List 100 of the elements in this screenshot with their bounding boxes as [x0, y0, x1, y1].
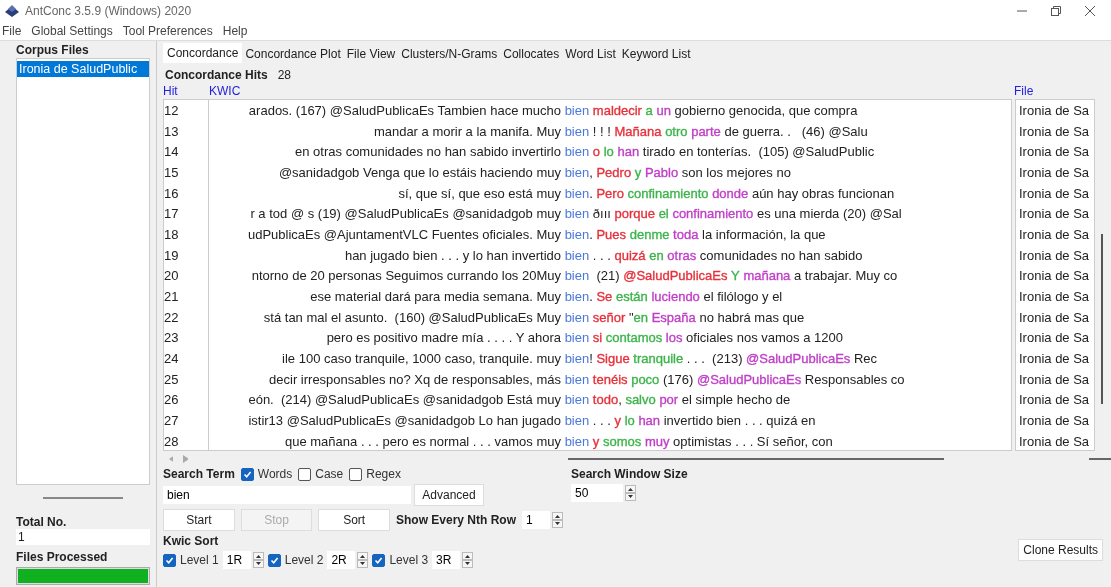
hit-number: 26: [164, 392, 179, 408]
file-name: Ironia de Sa: [1019, 392, 1090, 408]
node-word: bien: [564, 392, 590, 408]
spinner-arrows-icon[interactable]: [357, 552, 369, 568]
file-name: Ironia de Sa: [1019, 226, 1090, 242]
action-button[interactable]: Start: [163, 509, 235, 531]
column-header[interactable]: KWIC: [209, 84, 1014, 98]
corpus-file-item[interactable]: Ironia de SaludPublic: [17, 61, 149, 77]
nth-row-field[interactable]: 1: [522, 511, 550, 529]
collocate-word: otro: [665, 123, 688, 139]
right-context: (21): [595, 268, 620, 284]
collocate-word: @SaludPublicaEs: [696, 371, 802, 387]
clone-results-button[interactable]: Clone Results: [1018, 539, 1103, 561]
checkbox[interactable]: [240, 467, 254, 481]
file-name: Ironia de Sa: [1019, 268, 1090, 284]
collocate-word: otras: [667, 247, 697, 263]
hit-number: 12: [164, 102, 179, 118]
node-word: bien: [564, 330, 590, 346]
column-header[interactable]: File: [1014, 84, 1111, 98]
sort-level-field[interactable]: 2R: [327, 551, 356, 569]
collocate-word: poco: [631, 371, 660, 387]
hit-number: 25: [164, 371, 179, 387]
collocate-word: Pero: [596, 185, 624, 201]
scrollbar[interactable]: [1088, 458, 1111, 460]
right-context: a trabajar. Muy co: [794, 268, 898, 284]
search-window-label: Search Window Size: [571, 467, 689, 481]
hit-number: 17: [164, 206, 179, 222]
hit-number: 23: [164, 330, 179, 346]
collocate-word: y: [634, 164, 642, 180]
file-name: Ironia de Sa: [1019, 309, 1090, 325]
node-word: bien: [564, 371, 590, 387]
left-context: han jugado bien . . . y lo han invertido: [343, 247, 561, 263]
column-header[interactable]: Hit: [163, 84, 209, 98]
right-context: optimistas . . . Sí señor, con: [673, 433, 833, 449]
left-context: r a tod @ s (19) @SaludPublicaEs @sanidadgob muy: [249, 206, 561, 222]
menu-item[interactable]: Tool Preferences: [122, 24, 213, 38]
menu-item[interactable]: Help: [222, 24, 248, 38]
scrollbar[interactable]: [567, 458, 944, 460]
checkbox[interactable]: [163, 553, 176, 567]
collocate-word: o: [592, 144, 601, 160]
collocate-word: Sigue: [596, 351, 630, 367]
right-context: ðııı: [592, 206, 611, 222]
close-icon[interactable]: [1085, 6, 1095, 16]
tab[interactable]: Collocates: [500, 45, 563, 63]
checkbox[interactable]: [349, 467, 363, 481]
tab[interactable]: File View: [343, 45, 399, 63]
collocate-word: porque: [614, 206, 655, 222]
spinner-arrows-icon[interactable]: [625, 485, 636, 501]
hits-count: 28: [277, 68, 292, 82]
checkbox-label: Level 2: [284, 553, 324, 567]
collocate-word: confinamiento: [627, 185, 709, 201]
collocate-word: y: [614, 413, 621, 429]
spinner-arrows-icon[interactable]: [462, 552, 474, 568]
collocate-word: en: [633, 309, 649, 325]
sort-level-field[interactable]: 3R: [432, 551, 461, 569]
total-label: Total No.: [16, 515, 68, 529]
right-context: es una mierda (20) @Sal: [756, 206, 902, 222]
collocate-word: han: [617, 144, 640, 160]
checkbox[interactable]: [372, 553, 386, 567]
menu-item[interactable]: Global Settings: [31, 24, 113, 38]
node-word: bien: [564, 309, 590, 325]
file-name: Ironia de Sa: [1019, 185, 1090, 201]
left-context: istir13 @SaludPublicaEs @sanidadgob Lo han jugado: [247, 413, 561, 429]
right-context: el simple hecho de: [681, 392, 791, 408]
left-context: ntorno de 20 personas Seguimos currando los 20Muy: [250, 268, 561, 284]
left-context: decir irresponsables no? Xq de responsables, más: [268, 371, 561, 387]
checkbox[interactable]: [267, 553, 281, 567]
file-name: Ironia de Sa: [1019, 206, 1090, 222]
left-context: udPublicaEs @AjuntamentVLC Fuentes oficiales. Muy: [246, 226, 561, 242]
file-name: Ironia de Sa: [1019, 330, 1090, 346]
collocate-word: denme: [629, 226, 670, 242]
tab[interactable]: Clusters/N-Grams: [398, 45, 501, 63]
right-context: no habrá mas que: [699, 309, 805, 325]
restore-icon[interactable]: [1051, 6, 1061, 16]
advanced-button[interactable]: Advanced: [414, 484, 484, 506]
right-context: ,: [618, 392, 622, 408]
hit-number: 16: [164, 185, 179, 201]
tab[interactable]: Keyword List: [618, 45, 694, 63]
collocate-word: confinamiento: [672, 206, 754, 222]
left-context: eón. (214) @SaludPublicaEs @sanidadgob Está muy: [247, 392, 561, 408]
tab[interactable]: Word List: [562, 45, 619, 63]
file-name: Ironia de Sa: [1019, 247, 1090, 263]
files-processed-label: Files Processed: [16, 550, 109, 564]
hit-number: 28: [164, 433, 179, 449]
checkbox[interactable]: [298, 467, 312, 481]
file-name: Ironia de Sa: [1019, 144, 1090, 160]
sort-level-field[interactable]: 1R: [222, 551, 251, 569]
hit-number: 14: [164, 144, 179, 160]
right-context: .: [589, 289, 593, 305]
spinner-arrows-icon[interactable]: [552, 512, 563, 528]
app-icon: [4, 4, 20, 18]
menu-item[interactable]: File: [2, 24, 22, 38]
action-button[interactable]: Sort: [318, 509, 390, 531]
file-name: Ironia de Sa: [1019, 371, 1090, 387]
search-field[interactable]: bien: [163, 486, 411, 504]
tab[interactable]: Concordance Plot: [242, 45, 344, 63]
right-context: .: [589, 185, 593, 201]
tab[interactable]: Concordance: [163, 43, 243, 63]
spinner-arrows-icon[interactable]: [252, 552, 264, 568]
window-size-field[interactable]: 50: [571, 484, 623, 502]
